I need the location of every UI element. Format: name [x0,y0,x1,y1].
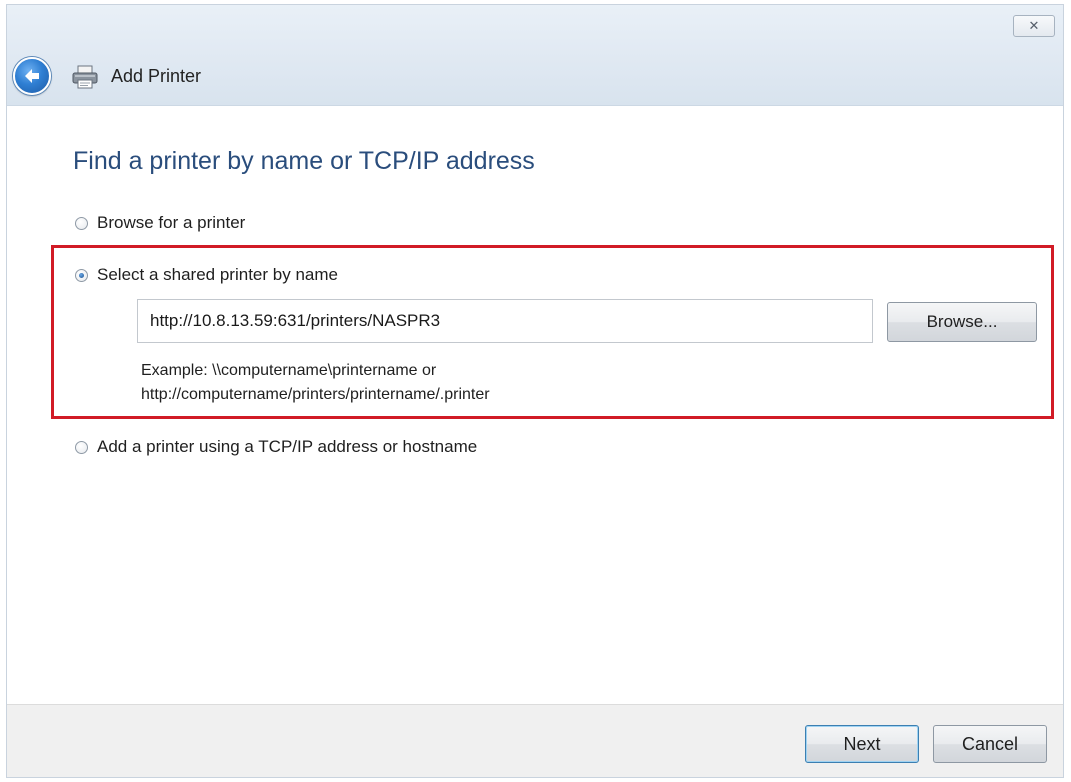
radio-tcpip-address[interactable]: Add a printer using a TCP/IP address or … [75,437,477,457]
browse-button[interactable]: Browse... [887,302,1037,342]
radio-shared-printer[interactable]: Select a shared printer by name [75,265,338,285]
close-icon: ✕ [1028,18,1040,33]
shared-printer-input[interactable] [137,299,873,343]
example-line-1: Example: \\computername\printername or [141,362,437,379]
page-heading: Find a printer by name or TCP/IP address [73,147,535,175]
printer-icon [72,65,98,89]
next-button[interactable]: Next [805,725,919,763]
radio-label: Add a printer using a TCP/IP address or … [97,437,478,456]
radio-button[interactable] [75,440,88,454]
footer-bar: Next Cancel [7,704,1063,777]
example-line-2: http://computername/printers/printername… [141,386,490,403]
radio-browse-printer[interactable]: Browse for a printer [75,213,245,233]
window-title: Add Printer [111,66,202,86]
example-text: Example: \\computername\printername or h… [141,359,490,407]
radio-label: Select a shared printer by name [97,265,338,284]
back-arrow-icon [25,69,39,83]
cancel-button[interactable]: Cancel [933,725,1047,763]
radio-label: Browse for a printer [97,213,246,232]
back-button[interactable] [13,57,51,95]
close-button[interactable]: ✕ [1013,15,1055,37]
radio-button[interactable] [75,216,88,230]
add-printer-window: ✕ Add Printer Find a printer by name or … [6,4,1064,778]
radio-button[interactable] [75,268,88,282]
header-band: ✕ Add Printer [7,5,1063,106]
